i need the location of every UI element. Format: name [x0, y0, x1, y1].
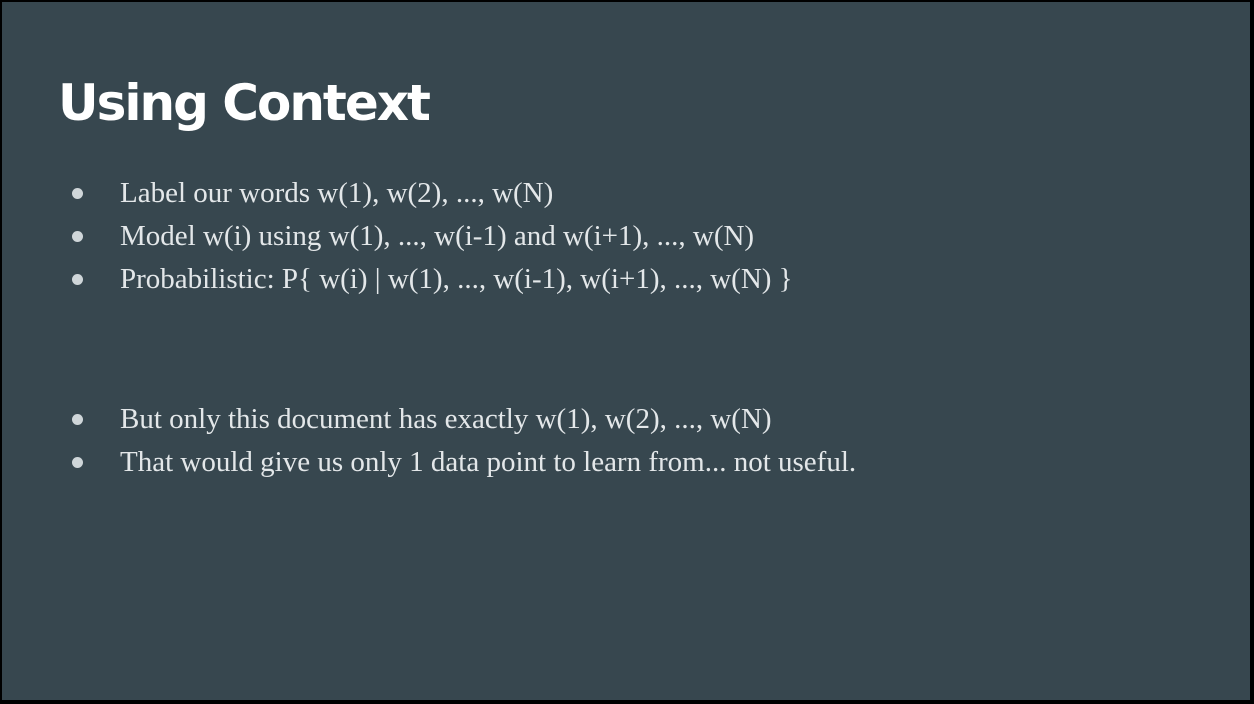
bullet-text: Probabilistic: P{ w(i) | w(1), ..., w(i-…: [120, 263, 793, 295]
bullet-dot-icon: [72, 457, 83, 468]
bullet-text: Label our words w(1), w(2), ..., w(N): [120, 177, 554, 209]
bullet-dot-icon: [72, 188, 83, 199]
slide: Using Context Label our words w(1), w(2)…: [2, 2, 1250, 700]
bullet-dot-icon: [72, 231, 83, 242]
bullet-text: But only this document has exactly w(1),…: [120, 403, 772, 435]
bullet-dot-icon: [72, 414, 83, 425]
bullet-text: Model w(i) using w(1), ..., w(i-1) and w…: [120, 220, 755, 252]
bullet-dot-icon: [72, 274, 83, 285]
bullet-text: That would give us only 1 data point to …: [120, 446, 857, 478]
slide-title: Using Context: [58, 74, 431, 132]
